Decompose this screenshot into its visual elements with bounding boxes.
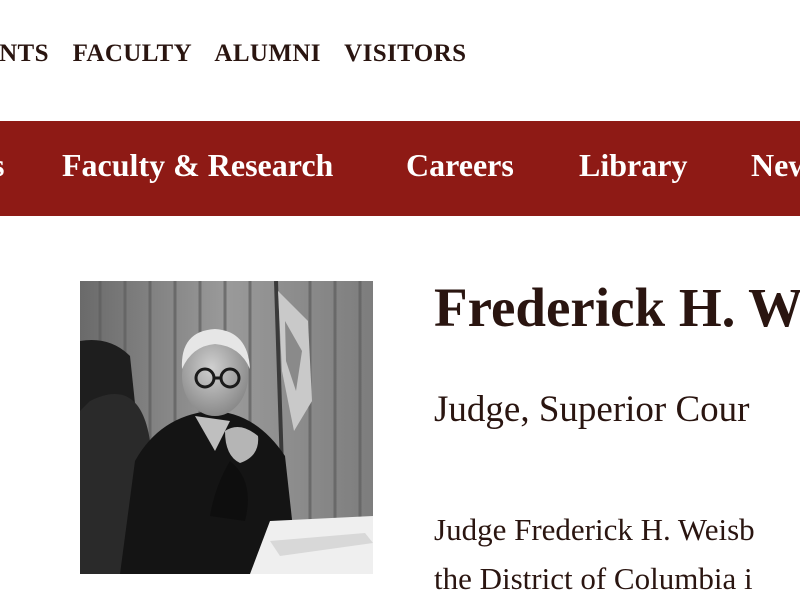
audience-nav: ENTS FACULTY ALUMNI VISITORS (0, 40, 483, 68)
main-nav: s Faculty & Research Careers Library New (0, 121, 800, 216)
main-nav-item-admissions[interactable]: s (0, 147, 4, 184)
main-nav-item-news[interactable]: New (751, 147, 800, 184)
profile-title: Judge, Superior Cour (434, 389, 750, 430)
audience-nav-alumni[interactable]: ALUMNI (214, 40, 321, 67)
profile-bio: Judge Frederick H. Weisb the District of… (434, 505, 800, 603)
main-nav-item-careers[interactable]: Careers (406, 147, 514, 184)
audience-nav-faculty[interactable]: FACULTY (73, 40, 193, 67)
judge-portrait-photo (80, 280, 373, 574)
profile-bio-line: the District of Columbia i (434, 561, 753, 596)
audience-nav-students[interactable]: ENTS (0, 40, 49, 67)
judge-portrait-icon (80, 280, 373, 574)
profile-name: Frederick H. W (434, 277, 800, 338)
main-nav-item-library[interactable]: Library (579, 147, 687, 184)
audience-nav-visitors[interactable]: VISITORS (344, 40, 466, 67)
main-nav-item-faculty-research[interactable]: Faculty & Research (62, 147, 333, 184)
profile-bio-line: Judge Frederick H. Weisb (434, 512, 755, 547)
